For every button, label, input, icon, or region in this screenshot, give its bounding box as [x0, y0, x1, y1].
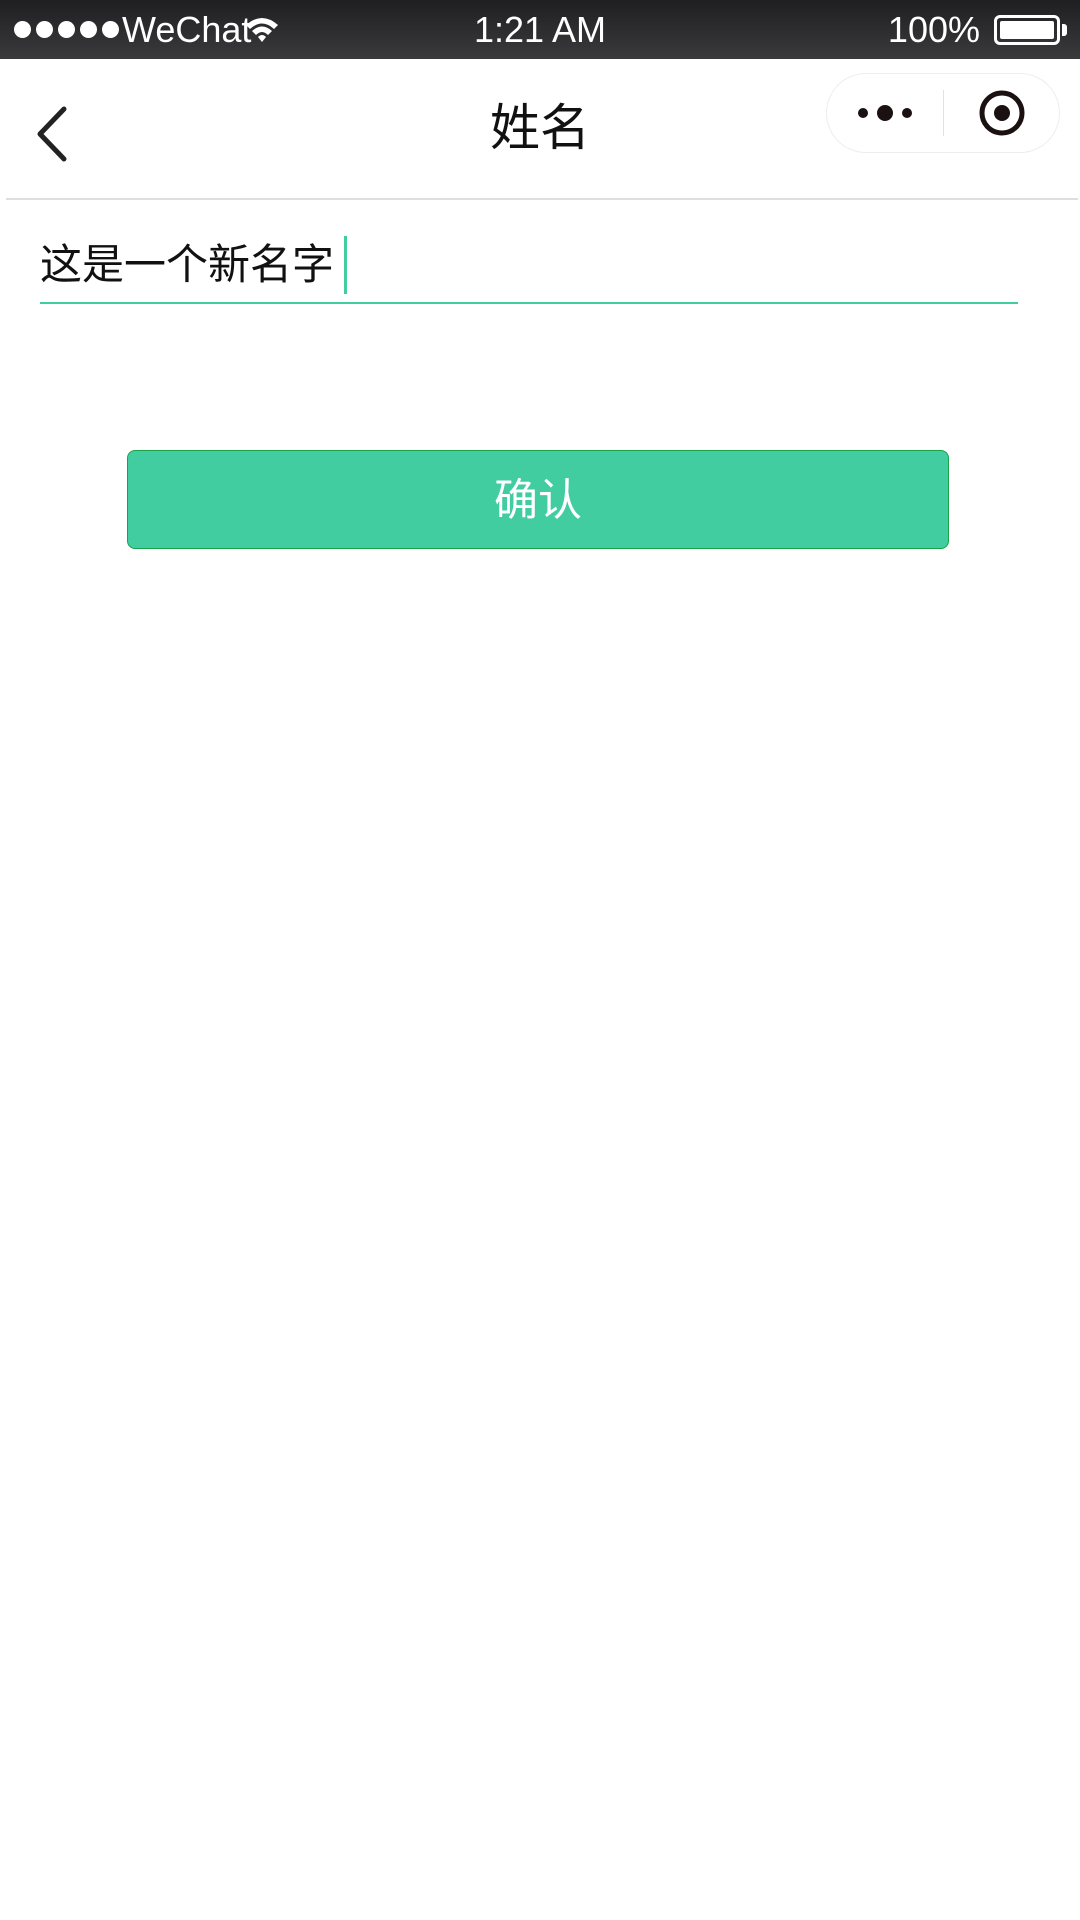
battery-tip — [1062, 24, 1067, 36]
close-mini-program-button[interactable] — [944, 74, 1060, 152]
nav-divider — [6, 198, 1078, 200]
more-dots-icon — [858, 105, 912, 121]
more-button[interactable] — [827, 74, 943, 152]
name-input-value[interactable]: 这是一个新名字 — [40, 237, 334, 293]
name-input[interactable]: 这是一个新名字 — [40, 225, 1020, 305]
name-input-underline — [40, 302, 1018, 304]
status-bar: WeChat 1:21 AM 100% — [0, 0, 1080, 59]
battery-percentage: 100% — [887, 9, 980, 50]
text-cursor — [344, 236, 348, 294]
target-circle-icon — [979, 90, 1025, 136]
battery-icon — [994, 15, 1060, 45]
confirm-button[interactable]: 确认 — [127, 450, 949, 549]
mini-program-capsule — [826, 73, 1060, 153]
navigation-bar: 姓名 — [0, 59, 1080, 199]
